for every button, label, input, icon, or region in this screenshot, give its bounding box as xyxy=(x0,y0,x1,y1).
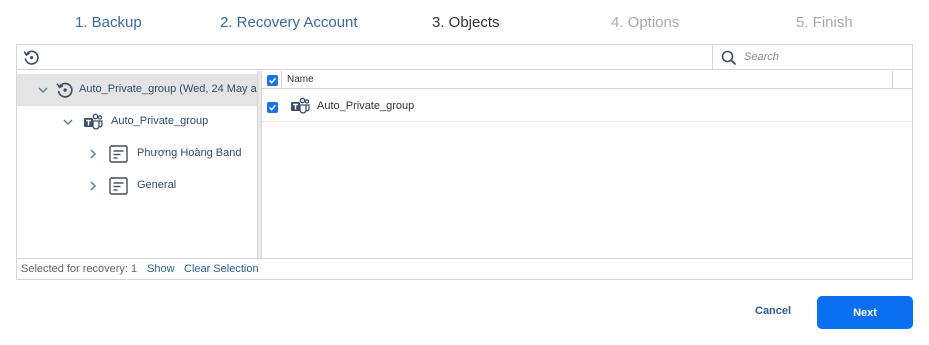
objects-panel: Auto_Private_group (Wed, 24 May at Auto_… xyxy=(16,44,913,280)
table-row[interactable]: Auto_Private_group xyxy=(262,90,912,122)
show-link[interactable]: Show xyxy=(147,263,175,275)
column-separator xyxy=(892,71,893,89)
select-all-checkbox[interactable] xyxy=(267,75,278,86)
column-header-name[interactable]: Name xyxy=(287,74,314,85)
tree-item-label: General xyxy=(137,179,177,191)
teams-icon xyxy=(290,97,310,115)
tree-item-label: Auto_Private_group (Wed, 24 May at xyxy=(79,83,257,95)
teams-icon xyxy=(83,113,103,131)
wizard-steps: 1. Backup 2. Recovery Account 3. Objects… xyxy=(0,0,929,46)
channel-icon xyxy=(109,177,129,195)
restore-point-icon[interactable] xyxy=(23,49,40,66)
search-input[interactable] xyxy=(744,48,904,66)
row-name: Auto_Private_group xyxy=(317,100,415,112)
step-recovery-account[interactable]: 2. Recovery Account xyxy=(220,14,358,31)
step-finish: 5. Finish xyxy=(796,14,853,31)
chevron-right-icon[interactable] xyxy=(87,148,99,160)
step-objects: 3. Objects xyxy=(432,14,500,31)
tree-item-restore-point[interactable]: Auto_Private_group (Wed, 24 May at xyxy=(17,74,257,106)
tree-item-label: Auto_Private_group xyxy=(111,115,209,127)
step-options: 4. Options xyxy=(611,14,680,31)
chevron-down-icon[interactable] xyxy=(62,116,74,128)
grid-header: Name xyxy=(262,71,912,89)
clear-selection-link[interactable]: Clear Selection xyxy=(184,263,259,275)
tree-item-team[interactable]: Auto_Private_group xyxy=(17,106,257,138)
toolbar xyxy=(17,45,912,70)
objects-grid: Name Auto_Private_group xyxy=(262,71,912,258)
tree-panel: Auto_Private_group (Wed, 24 May at Auto_… xyxy=(17,71,257,258)
row-checkbox[interactable] xyxy=(267,102,278,113)
chevron-down-icon[interactable] xyxy=(37,84,49,96)
restore-point-icon xyxy=(56,81,76,99)
cancel-button[interactable]: Cancel xyxy=(755,305,791,317)
tree-item-channel[interactable]: Phượng Hoàng Band xyxy=(17,138,257,170)
step-backup[interactable]: 1. Backup xyxy=(75,14,142,31)
search-box xyxy=(712,45,912,70)
column-separator xyxy=(281,71,282,89)
channel-icon xyxy=(109,145,129,163)
selection-count: Selected for recovery: 1 xyxy=(21,263,138,275)
search-icon[interactable] xyxy=(721,50,737,66)
tree-item-label: Phượng Hoàng Band xyxy=(137,147,242,159)
chevron-right-icon[interactable] xyxy=(87,180,99,192)
next-button[interactable]: Next xyxy=(817,296,913,329)
tree-item-channel[interactable]: General xyxy=(17,170,257,202)
status-bar: Selected for recovery: 1 Show Clear Sele… xyxy=(17,258,912,279)
